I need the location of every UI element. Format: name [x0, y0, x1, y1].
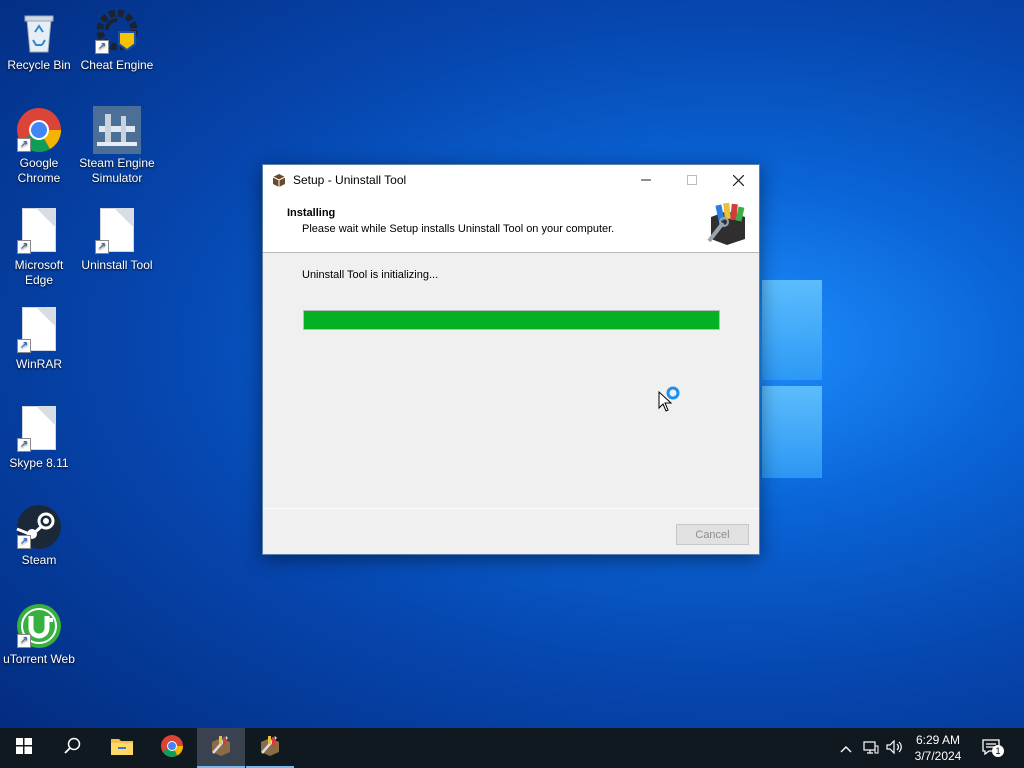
desktop-icon-cheat-engine[interactable]: ↗ Cheat Engine — [78, 8, 156, 73]
desktop-icon-utorrent-web[interactable]: ↗ uTorrent Web — [0, 602, 78, 667]
taskbar-setup-active[interactable] — [197, 728, 245, 768]
tray-overflow-button[interactable] — [836, 728, 856, 768]
network-icon — [863, 740, 879, 757]
installer-icon — [209, 733, 233, 762]
desktop-icon-google-chrome[interactable]: ↗ Google Chrome — [0, 106, 78, 186]
desktop-icon-label: Google Chrome — [17, 156, 61, 185]
desktop-icon-label: Steam Engine Simulator — [79, 156, 155, 185]
notification-count-badge: 1 — [992, 745, 1004, 757]
install-progress-bar — [303, 310, 720, 330]
clock-date: 3/7/2024 — [914, 749, 962, 763]
search-button[interactable] — [48, 728, 96, 768]
document-icon: ↗ — [15, 307, 63, 355]
shortcut-arrow-icon: ↗ — [17, 240, 31, 254]
desktop-icon-label: Recycle Bin — [7, 58, 71, 72]
desktop-icon-steam-engine-simulator[interactable]: Steam Engine Simulator — [78, 106, 156, 186]
desktop-icon-label: Uninstall Tool — [81, 258, 153, 272]
document-icon: ↗ — [93, 208, 141, 256]
recycle-bin-icon — [15, 8, 63, 56]
chevron-up-icon — [840, 741, 852, 756]
shortcut-arrow-icon: ↗ — [95, 240, 109, 254]
utorrent-icon: ↗ — [15, 602, 63, 650]
shortcut-arrow-icon: ↗ — [17, 634, 31, 648]
taskbar-setup-2[interactable] — [246, 728, 294, 768]
maximize-button[interactable] — [669, 165, 715, 195]
dialog-titlebar[interactable]: Setup - Uninstall Tool — [263, 165, 759, 195]
desktop-icon-label: Microsoft Edge — [14, 258, 64, 287]
shortcut-arrow-icon: ↗ — [17, 535, 31, 549]
start-button[interactable] — [0, 728, 48, 768]
cancel-button[interactable]: Cancel — [676, 524, 749, 545]
taskbar-clock[interactable]: 6:29 AM 3/7/2024 — [910, 732, 966, 764]
windows-start-icon — [16, 737, 32, 759]
header-title: Installing — [287, 207, 336, 219]
chrome-icon: ↗ — [15, 106, 63, 154]
dialog-header: Installing Please wait while Setup insta… — [263, 195, 759, 253]
taskbar: 6:29 AM 3/7/2024 1 — [0, 728, 1024, 768]
installer-icon — [258, 733, 282, 762]
document-icon: ↗ — [15, 406, 63, 454]
minimize-button[interactable] — [623, 165, 669, 195]
desktop-icon-winrar[interactable]: ↗ WinRAR — [0, 305, 78, 372]
close-button[interactable] — [715, 165, 761, 195]
desktop-icon-skype[interactable]: ↗ Skype 8.11 — [0, 404, 78, 471]
steam-icon: ↗ — [15, 503, 63, 551]
taskbar-file-explorer[interactable] — [98, 728, 146, 768]
desktop-icon-label: WinRAR — [15, 357, 62, 371]
notification-center-button[interactable]: 1 — [978, 728, 1008, 768]
header-subtitle: Please wait while Setup installs Uninsta… — [302, 223, 615, 235]
progress-fill — [304, 311, 719, 329]
shortcut-arrow-icon: ↗ — [17, 438, 31, 452]
clock-time: 6:29 AM — [915, 733, 961, 747]
desktop-icon-microsoft-edge[interactable]: ↗ Microsoft Edge — [0, 206, 78, 288]
desktop-icon-label: Steam — [21, 553, 57, 567]
document-icon: ↗ — [15, 208, 63, 256]
taskbar-chrome[interactable] — [148, 728, 196, 768]
shortcut-arrow-icon: ↗ — [17, 339, 31, 353]
desktop-icon-label: uTorrent Web — [3, 652, 75, 666]
folder-icon — [110, 736, 134, 761]
steam-engine-simulator-icon — [93, 106, 141, 154]
search-icon — [63, 737, 81, 759]
uninstall-tool-box-icon — [705, 201, 751, 247]
desktop-icon-uninstall-tool[interactable]: ↗ Uninstall Tool — [78, 206, 156, 273]
setup-dialog: Setup - Uninstall Tool Installing Please… — [262, 164, 760, 555]
footer-divider — [263, 508, 759, 509]
cheat-engine-icon: ↗ — [93, 8, 141, 56]
shortcut-arrow-icon: ↗ — [95, 40, 109, 54]
volume-tray-button[interactable] — [884, 728, 906, 768]
desktop-icon-recycle-bin[interactable]: Recycle Bin — [0, 8, 78, 73]
dialog-title: Setup - Uninstall Tool — [293, 173, 407, 187]
busy-cursor-icon — [658, 386, 684, 414]
desktop-icon-steam[interactable]: ↗ Steam — [0, 503, 78, 568]
desktop-icon-label: Skype 8.11 — [9, 456, 69, 470]
network-tray-button[interactable] — [860, 728, 882, 768]
shortcut-arrow-icon: ↗ — [17, 138, 31, 152]
setup-app-icon — [271, 172, 287, 188]
notification-icon: 1 — [982, 739, 1004, 757]
chrome-icon — [160, 734, 184, 763]
desktop-icon-label: Cheat Engine — [80, 58, 154, 72]
install-status-text: Uninstall Tool is initializing... — [302, 269, 439, 281]
speaker-icon — [886, 739, 904, 757]
